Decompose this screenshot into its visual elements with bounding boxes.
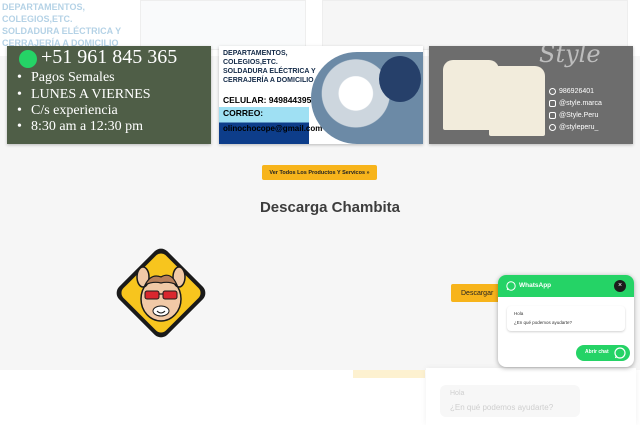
whatsapp-icon — [19, 50, 37, 68]
services-email-label: CORREO: — [223, 108, 264, 118]
job-item: 8:30 am a 12:30 pm — [17, 119, 143, 135]
job-item: LUNES A VIERNES — [17, 87, 150, 103]
style-brand-script: Style — [539, 46, 601, 68]
job-item: C/s experiencia — [17, 103, 118, 119]
style-social: @styleperu_ — [559, 124, 599, 131]
view-all-products-button[interactable]: Ver Todos Los Productos Y Servicos » — [262, 165, 377, 180]
close-icon[interactable]: × — [614, 280, 626, 292]
services-phone: CELULAR: 949844395 — [223, 95, 312, 105]
services-photo-person — [379, 56, 421, 102]
open-chat-label: Abrir chat — [585, 349, 609, 355]
services-line: CERRAJERÍA A DOMICILIO — [223, 77, 314, 84]
ghost-greeting: Hola — [450, 390, 465, 397]
whatsapp-icon — [506, 281, 516, 291]
job-item: Pagos Semales — [17, 70, 115, 86]
whatsapp-icon — [549, 88, 556, 95]
instagram-icon — [549, 100, 556, 107]
whatsapp-chat-widget: WhatsApp × Hola ¿En qué podemos ayudarte… — [498, 275, 634, 367]
whatsapp-greeting: Hola — [514, 311, 524, 316]
services-line: COLEGIOS,ETC. — [223, 59, 278, 66]
whatsapp-message-bubble: Hola ¿En qué podemos ayudarte? — [507, 306, 625, 331]
whatsapp-message: ¿En qué podemos ayudarte? — [514, 320, 573, 325]
ghost-line: DEPARTAMENTOS, — [2, 2, 86, 12]
ghost-button — [353, 370, 425, 378]
gallery-card-style[interactable]: Style 986926401 @style.marca @Style.Peru… — [429, 46, 633, 144]
facebook-icon — [549, 112, 556, 119]
whatsapp-header: WhatsApp × — [498, 275, 634, 297]
open-chat-button[interactable]: Abrir chat — [576, 345, 630, 361]
ghost-question: ¿En qué podemos ayudarte? — [450, 403, 554, 412]
style-social: 986926401 — [559, 88, 595, 95]
llama-logo — [116, 248, 206, 338]
ghost-line: SOLDADURA ELÉCTRICA Y — [2, 26, 122, 36]
services-line: DEPARTAMENTOS, — [223, 50, 288, 57]
tshirt-image — [489, 66, 545, 136]
ghost-image — [322, 0, 628, 50]
whatsapp-title: WhatsApp — [519, 282, 552, 289]
ghost-image — [140, 0, 306, 50]
ghost-line: COLEGIOS,ETC. — [2, 14, 73, 24]
services-line: SOLDADURA ELÉCTRICA Y — [223, 68, 316, 75]
gallery-card-job-offer[interactable]: +51 961 845 365 Pagos Semales LUNES A VI… — [7, 46, 211, 144]
style-social: @Style.Peru — [559, 112, 599, 119]
services-email: olinochocope@gmail.com — [223, 124, 323, 133]
section-title: Descarga Chambita — [259, 199, 401, 216]
tiktok-icon — [549, 124, 556, 131]
job-phone: +51 961 845 365 — [41, 46, 178, 68]
chat-icon — [614, 347, 626, 359]
gallery-card-services[interactable]: DEPARTAMENTOS, COLEGIOS,ETC. SOLDADURA E… — [219, 46, 423, 144]
style-social: @style.marca — [559, 100, 602, 107]
